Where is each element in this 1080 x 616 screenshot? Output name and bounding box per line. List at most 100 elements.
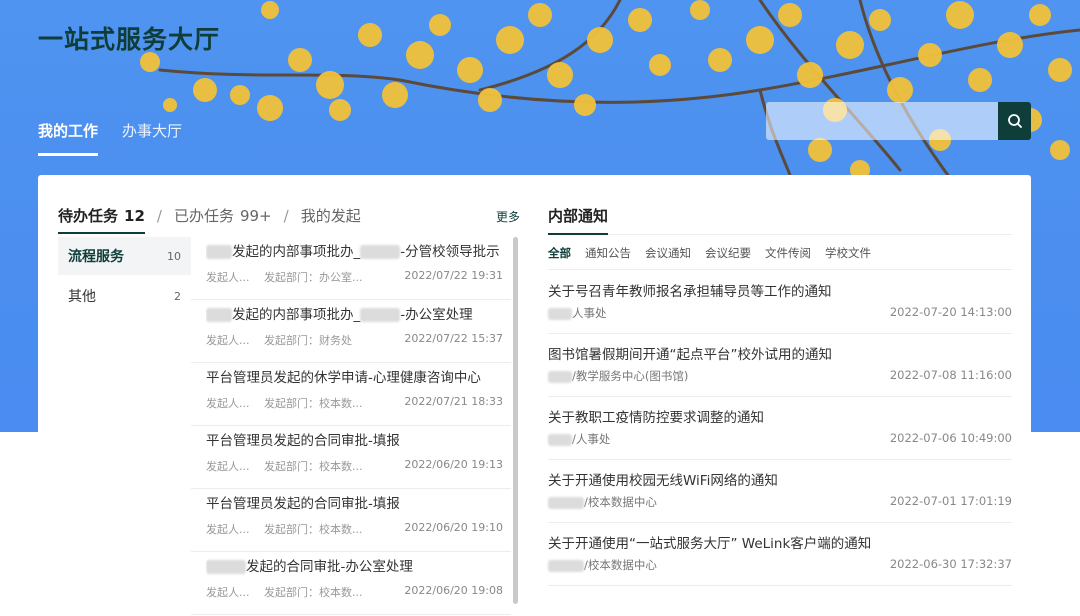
notice-list: 关于号召青年教师报名承担辅导员等工作的通知 人事处 2022-07-20 14:… xyxy=(548,271,1012,586)
task-meta: 发起人... 发起部门：财务处 2022/07/22 15:37 xyxy=(206,332,503,348)
tab-pending-tasks[interactable]: 待办任务 12 xyxy=(58,205,145,234)
notice-cat-school-documents[interactable]: 学校文件 xyxy=(825,245,871,269)
redacted-name xyxy=(360,308,401,322)
redacted-name xyxy=(360,245,401,259)
task-dept-label: 发起部门： xyxy=(264,523,320,536)
task-item[interactable]: 平台管理员发起的合同审批-填报 发起人... 发起部门：校本数... 2022/… xyxy=(191,426,511,489)
task-meta: 发起人... 发起部门：校本数... 2022/06/20 19:13 xyxy=(206,458,503,474)
task-title-tail: -分管校领导批示 xyxy=(400,244,500,260)
task-item[interactable]: 发起的合同审批-办公室处理 发起人... 发起部门：校本数... 2022/06… xyxy=(191,552,511,615)
tab-separator: / xyxy=(156,207,162,225)
notice-item-meta: /校本数据中心 2022-07-01 17:01:19 xyxy=(548,494,1012,510)
task-list-scrollbar[interactable] xyxy=(513,237,518,604)
notice-cat-meeting-notices[interactable]: 会议通知 xyxy=(645,245,691,269)
task-title-text: 发起的内部事项批办_ xyxy=(232,244,361,260)
notice-item[interactable]: 关于号召青年教师报名承担辅导员等工作的通知 人事处 2022-07-20 14:… xyxy=(548,271,1012,334)
task-dept-label: 发起部门： xyxy=(264,334,320,347)
task-title-text: 发起的内部事项批办_ xyxy=(232,307,361,323)
task-applicant: 发起人... xyxy=(206,586,250,599)
category-count: 2 xyxy=(174,289,181,303)
notice-cat-document-circulation[interactable]: 文件传阅 xyxy=(765,245,811,269)
search-input[interactable] xyxy=(766,102,998,140)
notice-time: 2022-07-20 14:13:00 xyxy=(889,305,1012,319)
task-title-tail: -办公室处理 xyxy=(400,307,473,323)
task-title: 平台管理员发起的休学申请-心理健康咨询中心 xyxy=(206,370,481,386)
notice-item-meta: /教学服务中心(图书馆) 2022-07-08 11:16:00 xyxy=(548,368,1012,384)
redacted-name xyxy=(548,496,584,509)
notice-source: 人事处 xyxy=(572,306,607,320)
notice-item[interactable]: 图书馆暑假期间开通“起点平台”校外试用的通知 /教学服务中心(图书馆) 2022… xyxy=(548,334,1012,397)
task-tabs: 待办任务 12 / 已办任务 99+ / 我的发起 xyxy=(58,205,361,234)
notice-header: 内部通知 xyxy=(548,205,1012,235)
task-item[interactable]: 平台管理员发起的休学申请-心理健康咨询中心 发起人... 发起部门：校本数...… xyxy=(191,363,511,426)
redacted-name xyxy=(548,559,584,572)
task-time: 2022/06/20 19:13 xyxy=(404,458,503,471)
task-item[interactable]: 发起的内部事项批办_ -办公室处理 发起人... 发起部门：财务处 2022/07… xyxy=(191,300,511,363)
tab-done-count: 99+ xyxy=(239,207,272,225)
task-item[interactable]: 发起的内部事项批办_ -分管校领导批示 发起人... 发起部门：办公室... 20… xyxy=(191,237,511,300)
category-label: 流程服务 xyxy=(68,249,124,265)
redacted-name xyxy=(548,307,572,320)
search-button[interactable] xyxy=(998,102,1031,140)
notice-item-meta: /人事处 2022-07-06 10:49:00 xyxy=(548,431,1012,447)
search-box xyxy=(766,102,1031,140)
tab-pending-label: 待办任务 xyxy=(58,207,119,225)
search-icon xyxy=(1007,114,1022,128)
notice-item-title: 关于开通使用“一站式服务大厅” WeLink客户端的通知 xyxy=(548,536,872,552)
notice-cat-all[interactable]: 全部 xyxy=(548,245,571,269)
task-time: 2022/07/22 19:31 xyxy=(404,269,503,282)
task-applicant: 发起人... xyxy=(206,334,250,347)
task-title: 发起的合同审批-办公室处理 xyxy=(206,556,503,578)
workspace-card: 待办任务 12 / 已办任务 99+ / 我的发起 更多 流程服务 10 其他 2 … xyxy=(38,175,1031,616)
redacted-name xyxy=(548,370,572,383)
tab-done-tasks[interactable]: 已办任务 99+ xyxy=(174,205,272,226)
task-time: 2022/07/21 18:33 xyxy=(404,395,503,408)
notice-item-meta: /校本数据中心 2022-06-30 17:32:37 xyxy=(548,557,1012,573)
notice-source: /校本数据中心 xyxy=(584,558,657,572)
tab-service-hall[interactable]: 办事大厅 xyxy=(122,120,182,156)
task-time: 2022/07/22 15:37 xyxy=(404,332,503,345)
task-dept: 办公室... xyxy=(319,271,363,284)
task-item[interactable]: 平台管理员发起的合同审批-填报 发起人... 发起部门：校本数... 2022/… xyxy=(191,489,511,552)
redacted-name xyxy=(206,560,246,574)
tab-pending-count: 12 xyxy=(124,207,145,225)
task-title: 发起的内部事项批办_ -办公室处理 xyxy=(206,304,503,326)
task-applicant: 发起人... xyxy=(206,397,250,410)
notice-item[interactable]: 关于开通使用校园无线WiFi网络的通知 /校本数据中心 2022-07-01 1… xyxy=(548,460,1012,523)
task-meta: 发起人... 发起部门：校本数... 2022/07/21 18:33 xyxy=(206,395,503,411)
notice-category-tabs: 全部 通知公告 会议通知 会议纪要 文件传阅 学校文件 xyxy=(548,245,1012,270)
redacted-name xyxy=(206,308,232,322)
task-category-nav: 流程服务 10 其他 2 xyxy=(58,237,191,616)
tab-separator: / xyxy=(283,207,289,225)
tab-my-work[interactable]: 我的工作 xyxy=(38,120,99,156)
task-dept: 校本数... xyxy=(319,397,363,410)
tab-done-label: 已办任务 xyxy=(173,207,234,225)
tab-my-initiated[interactable]: 我的发起 xyxy=(301,205,361,226)
notice-time: 2022-07-06 10:49:00 xyxy=(889,431,1012,445)
more-link[interactable]: 更多 xyxy=(496,208,520,225)
notice-title: 内部通知 xyxy=(548,205,609,235)
notice-source: /教学服务中心(图书馆) xyxy=(572,369,689,383)
category-process-service[interactable]: 流程服务 10 xyxy=(58,237,191,275)
notice-time: 2022-07-08 11:16:00 xyxy=(889,368,1012,382)
task-meta: 发起人... 发起部门：校本数... 2022/06/20 19:08 xyxy=(206,584,503,600)
notice-cat-meeting-minutes[interactable]: 会议纪要 xyxy=(705,245,751,269)
notice-item[interactable]: 关于教职工疫情防控要求调整的通知 /人事处 2022-07-06 10:49:0… xyxy=(548,397,1012,460)
notice-source: /人事处 xyxy=(572,432,611,446)
notice-time: 2022-06-30 17:32:37 xyxy=(889,557,1012,571)
task-list: 发起的内部事项批办_ -分管校领导批示 发起人... 发起部门： 办公室... 20… xyxy=(191,237,511,616)
notice-cat-announcements[interactable]: 通知公告 xyxy=(585,245,631,269)
category-label: 其他 xyxy=(68,289,96,305)
task-dept: 校本数... xyxy=(319,460,363,473)
notice-source: /校本数据中心 xyxy=(584,495,657,509)
notice-item-title: 关于教职工疫情防控要求调整的通知 xyxy=(548,410,764,426)
notice-time: 2022-07-01 17:01:19 xyxy=(889,494,1012,508)
task-dept-label: 发起部门： xyxy=(264,586,320,599)
notice-item-title: 关于开通使用校园无线WiFi网络的通知 xyxy=(548,473,778,489)
task-title: 平台管理员发起的合同审批-填报 xyxy=(206,496,400,512)
task-title: 平台管理员发起的合同审批-填报 xyxy=(206,433,400,449)
notice-item[interactable]: 关于开通使用“一站式服务大厅” WeLink客户端的通知 /校本数据中心 202… xyxy=(548,523,1012,586)
task-time: 2022/06/20 19:08 xyxy=(404,584,503,597)
redacted-name xyxy=(548,433,572,446)
category-other[interactable]: 其他 2 xyxy=(58,277,191,315)
